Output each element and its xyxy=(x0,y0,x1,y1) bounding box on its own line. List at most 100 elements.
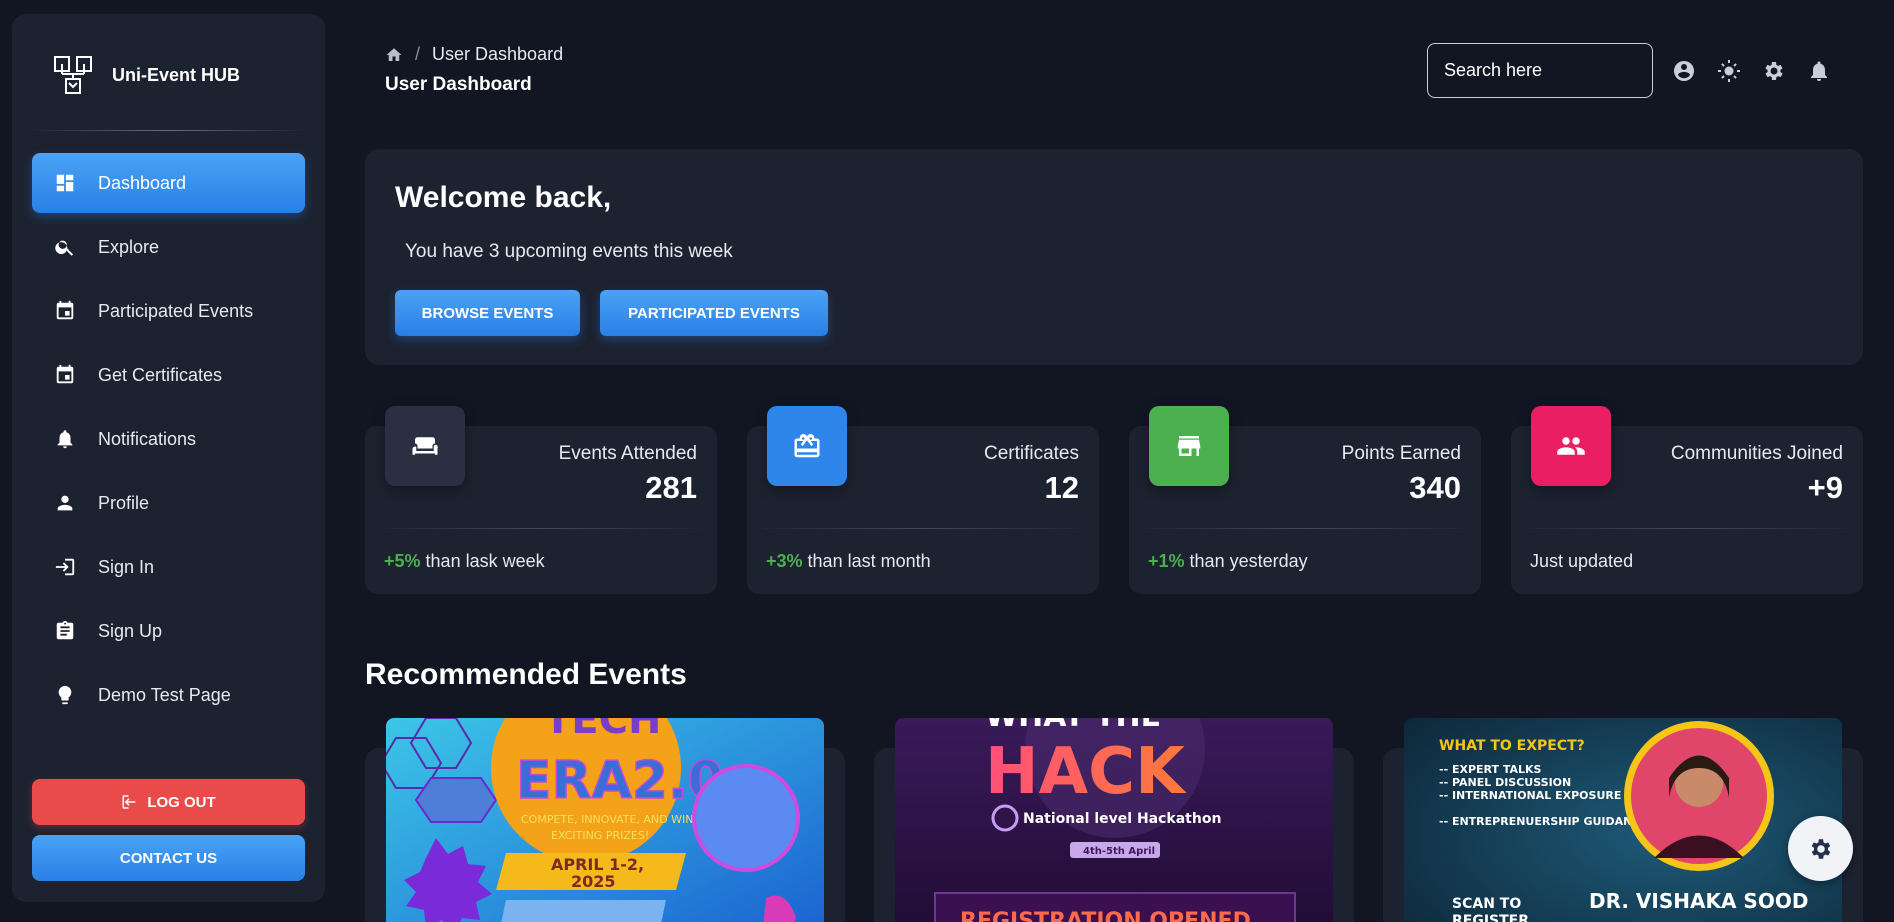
sidebar-item-label: Participated Events xyxy=(98,300,254,321)
stat-change: +3% xyxy=(766,551,803,571)
sidebar-item-label: Profile xyxy=(98,492,150,513)
event-card[interactable]: TECH ERA2.0 COMPETE, INNOVATE, AND WIN E… xyxy=(365,718,845,922)
breadcrumb-separator: / xyxy=(415,44,421,64)
clipboard-icon xyxy=(54,620,76,642)
stat-divider xyxy=(1527,528,1847,529)
settings-fab-button[interactable] xyxy=(1788,816,1853,881)
sidebar-nav: Dashboard Explore Participated Events Ge… xyxy=(32,153,305,729)
people-icon xyxy=(1531,406,1611,486)
stat-label: Communities Joined xyxy=(1670,443,1843,464)
poster-text: REGISTER xyxy=(1452,913,1529,922)
sidebar-divider xyxy=(28,130,309,131)
stat-footer: Just updated xyxy=(1530,551,1633,572)
participated-events-button[interactable]: PARTICIPATED EVENTS xyxy=(600,290,828,336)
poster-text: DR. VISHAKA SOOD xyxy=(1589,889,1808,913)
poster-text: SCAN TO xyxy=(1452,896,1521,912)
event-card[interactable]: WHAT THE HACK National level Hackathon 4… xyxy=(874,718,1354,922)
store-icon xyxy=(1149,406,1229,486)
stat-value: 12 xyxy=(1044,470,1079,505)
sidebar-item-label: Demo Test Page xyxy=(98,684,231,705)
bell-icon[interactable] xyxy=(1807,59,1831,83)
sidebar-item-participated-events[interactable]: Participated Events xyxy=(32,281,305,341)
gear-icon xyxy=(1811,838,1830,859)
contact-us-label: CONTACT US xyxy=(119,849,218,867)
lightbulb-icon xyxy=(54,684,76,706)
bell-icon xyxy=(54,428,76,450)
logout-label: LOG OUT xyxy=(147,793,216,811)
poster-text: HACK xyxy=(985,735,1187,809)
stat-divider xyxy=(381,528,701,529)
event-poster-speaker[interactable]: WHAT TO EXPECT? -- EXPERT TALKS -- PANEL… xyxy=(1404,718,1842,922)
stat-change: +1% xyxy=(1148,551,1185,571)
sidebar-item-label: Sign Up xyxy=(98,620,163,641)
poster-text: -- ENTREPRENUERSHIP GUIDANCE xyxy=(1439,815,1648,828)
sidebar-item-notifications[interactable]: Notifications xyxy=(32,409,305,469)
stat-value: 340 xyxy=(1409,470,1461,505)
browse-events-button[interactable]: BROWSE EVENTS xyxy=(395,290,580,336)
contact-us-button[interactable]: CONTACT US xyxy=(32,835,305,881)
poster-text: 4th-5th April xyxy=(1083,846,1155,857)
sidebar-item-demo-test-page[interactable]: Demo Test Page xyxy=(32,665,305,725)
brand[interactable]: Uni-Event HUB xyxy=(52,54,240,96)
recommended-events-title: Recommended Events xyxy=(365,658,687,691)
event-poster-hackathon[interactable]: WHAT THE HACK National level Hackathon 4… xyxy=(895,718,1333,922)
calendar-icon xyxy=(54,300,76,322)
stat-note: than yesterday xyxy=(1189,551,1308,571)
stat-value: 281 xyxy=(645,470,697,505)
event-poster-tech-era[interactable]: TECH ERA2.0 COMPETE, INNOVATE, AND WIN E… xyxy=(386,718,824,922)
stat-label: Points Earned xyxy=(1341,443,1461,464)
stat-divider xyxy=(763,528,1083,529)
certificate-icon xyxy=(767,406,847,486)
sidebar-item-label: Sign In xyxy=(98,556,155,577)
logo-icon xyxy=(54,56,92,94)
sidebar-item-sign-up[interactable]: Sign Up xyxy=(32,601,305,661)
dashboard-icon xyxy=(54,172,76,194)
sofa-icon xyxy=(385,406,465,486)
sidebar-item-label: Dashboard xyxy=(98,172,187,193)
sidebar-item-explore[interactable]: Explore xyxy=(32,217,305,277)
browse-events-label: BROWSE EVENTS xyxy=(421,304,554,322)
poster-text: National level Hackathon xyxy=(1023,811,1221,827)
home-icon[interactable] xyxy=(385,46,403,64)
welcome-subtitle: You have 3 upcoming events this week xyxy=(405,241,733,262)
stat-note: Just updated xyxy=(1530,551,1634,571)
logout-icon xyxy=(122,795,136,809)
poster-text: EXCITING PRIZES! xyxy=(551,829,649,842)
search-icon xyxy=(54,236,76,258)
poster-text: TECH xyxy=(544,718,661,743)
stat-value: +9 xyxy=(1807,470,1843,505)
sidebar-item-get-certificates[interactable]: Get Certificates xyxy=(32,345,305,405)
person-icon xyxy=(54,492,76,514)
welcome-card: Welcome back, You have 3 upcoming events… xyxy=(365,149,1863,365)
stat-label: Certificates xyxy=(983,443,1079,464)
stat-note: than last month xyxy=(807,551,931,571)
poster-text: WHAT TO EXPECT? xyxy=(1439,738,1585,754)
account-icon[interactable] xyxy=(1672,59,1696,83)
stat-card-points-earned: Points Earned 340 +1% than yesterday xyxy=(1129,406,1481,594)
stat-card-events-attended: Events Attended 281 +5% than lask week xyxy=(365,406,717,594)
logout-button[interactable]: LOG OUT xyxy=(32,779,305,825)
stat-footer: +3% than last month xyxy=(766,551,931,572)
breadcrumb: / User Dashboard xyxy=(385,44,563,65)
poster-text: -- PANEL DISCUSSION xyxy=(1439,776,1571,789)
stat-card-communities-joined: Communities Joined +9 Just updated xyxy=(1511,406,1863,594)
gear-icon[interactable] xyxy=(1762,59,1786,83)
stat-change: +5% xyxy=(384,551,421,571)
sidebar-item-sign-in[interactable]: Sign In xyxy=(32,537,305,597)
breadcrumb-current: User Dashboard xyxy=(432,44,564,64)
page-title: User Dashboard xyxy=(385,74,532,95)
welcome-title: Welcome back, xyxy=(395,181,612,214)
calendar-icon xyxy=(54,364,76,386)
sidebar-item-dashboard[interactable]: Dashboard xyxy=(32,153,305,213)
brand-name: Uni-Event HUB xyxy=(112,64,241,85)
stat-label: Events Attended xyxy=(558,443,697,464)
stat-note: than lask week xyxy=(425,551,545,571)
sidebar-item-label: Get Certificates xyxy=(98,364,223,385)
search-input[interactable] xyxy=(1427,43,1653,98)
poster-text: WHAT THE xyxy=(985,718,1161,734)
poster-text: ERA2.0 xyxy=(516,751,724,811)
brightness-icon[interactable] xyxy=(1717,59,1741,83)
stat-divider xyxy=(1145,528,1465,529)
sidebar-item-profile[interactable]: Profile xyxy=(32,473,305,533)
stat-footer: +1% than yesterday xyxy=(1148,551,1308,572)
